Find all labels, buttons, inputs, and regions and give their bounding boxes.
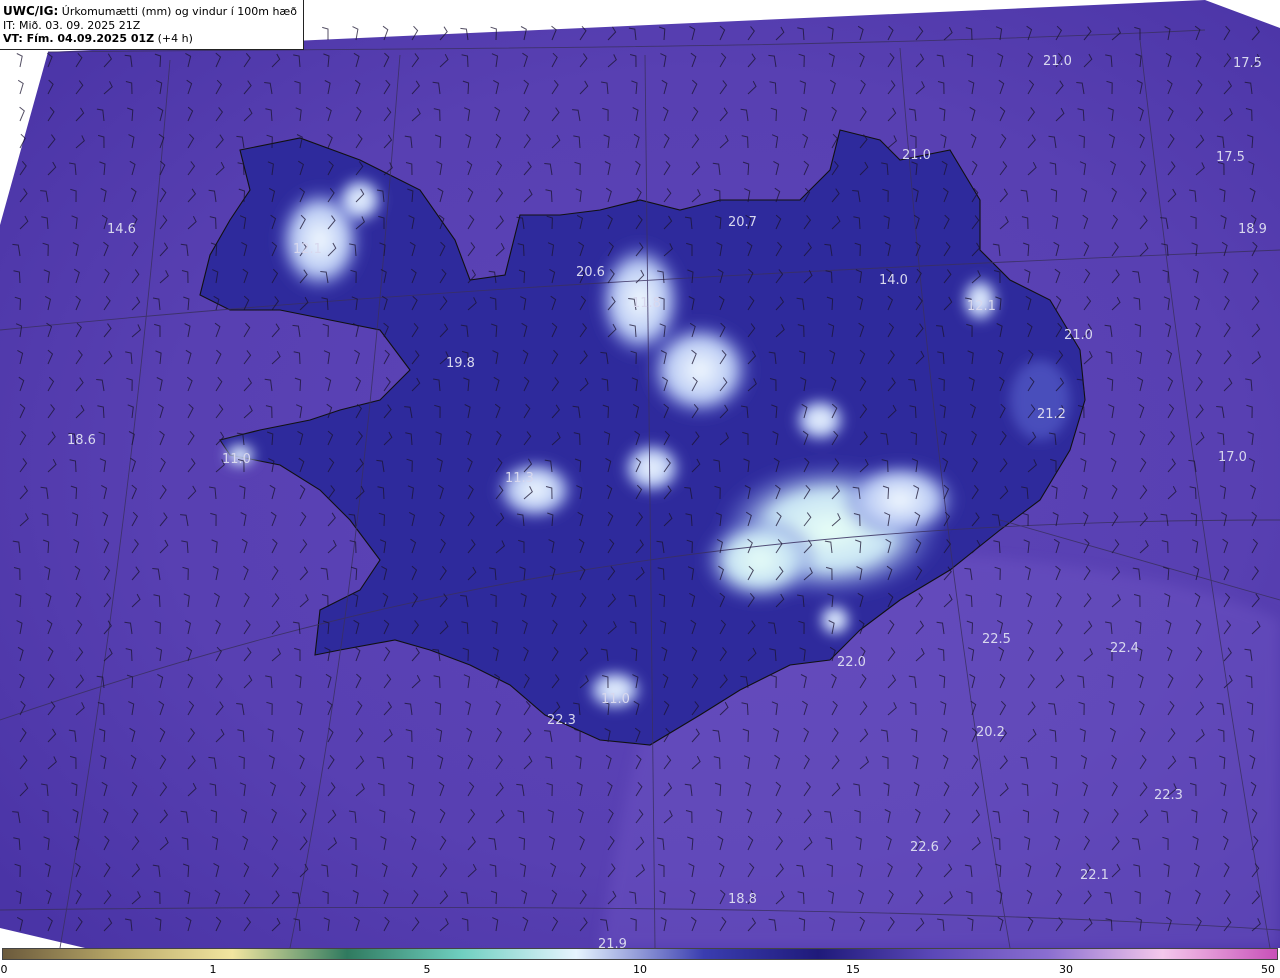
value-label: 17.5: [1233, 56, 1262, 71]
wind-barb: [17, 79, 24, 95]
colorbar-tick: 1: [209, 963, 217, 976]
value-label: 21.0: [902, 148, 931, 163]
value-label: 22.3: [1154, 788, 1183, 803]
wind-barb: [352, 26, 359, 41]
value-label: 20.2: [976, 725, 1005, 740]
wind-barb: [19, 106, 25, 122]
product-description: Úrkomumætti (mm) og vindur í 100m hæð: [61, 5, 297, 18]
value-label: 17.0: [1218, 450, 1247, 465]
value-label: 19.8: [446, 356, 475, 371]
value-label: 12.1: [967, 299, 996, 314]
colorbar-gradient: [2, 948, 1278, 960]
value-label: 11.0: [222, 452, 251, 467]
colorbar-tick: 5: [423, 963, 431, 976]
colorbar-tick: 0: [0, 963, 8, 976]
colorbar-tick: 10: [633, 963, 647, 976]
value-label: 11.8: [632, 296, 661, 311]
colorbar: 0 1 5 10 15 30 50: [0, 948, 1280, 978]
value-label: 22.6: [910, 840, 939, 855]
colorbar-tick: 30: [1059, 963, 1073, 976]
value-label: 21.0: [1043, 54, 1072, 69]
valid-offset: (+4 h): [157, 32, 193, 45]
value-label: 14.0: [879, 273, 908, 288]
colorbar-tick: 15: [846, 963, 860, 976]
wind-barb: [322, 26, 329, 40]
value-label: 17.5: [1216, 150, 1245, 165]
value-label: 18.9: [1238, 222, 1267, 237]
valid-time: VT: Fím. 04.09.2025 01Z: [3, 32, 155, 45]
wind-barb: [16, 53, 23, 68]
value-label: 18.8: [728, 892, 757, 907]
value-label: 11.0: [601, 692, 630, 707]
value-label: 11.3: [505, 471, 534, 486]
product-name: UWC/IG:: [3, 4, 59, 18]
value-label: 21.0: [1064, 328, 1093, 343]
value-label: 22.3: [547, 713, 576, 728]
value-label: 14.6: [107, 222, 136, 237]
value-label: 20.7: [728, 215, 757, 230]
issue-time: IT: Mið. 03. 09. 2025 21Z: [3, 18, 141, 32]
precipitation-map: 21.0 17.5 21.0 17.5 18.9 14.6 12.1 20.7 …: [0, 0, 1280, 948]
value-label: 22.4: [1110, 641, 1139, 656]
colorbar-tick: 50: [1261, 963, 1275, 976]
value-label: 22.1: [1080, 868, 1109, 883]
value-label: 22.0: [837, 655, 866, 670]
value-label: 18.6: [67, 433, 96, 448]
value-label: 21.9: [598, 937, 627, 948]
value-label: 21.2: [1037, 407, 1066, 422]
valid-time-line: VT: Fím. 04.09.2025 01Z (+4 h): [3, 32, 303, 46]
map-header: UWC/IG: Úrkomumætti (mm) og vindur í 100…: [0, 0, 304, 50]
value-label: 20.6: [576, 265, 605, 280]
product-line: UWC/IG: Úrkomumætti (mm) og vindur í 100…: [3, 4, 303, 19]
value-label: 12.1: [293, 242, 322, 257]
value-label: 22.5: [982, 632, 1011, 647]
